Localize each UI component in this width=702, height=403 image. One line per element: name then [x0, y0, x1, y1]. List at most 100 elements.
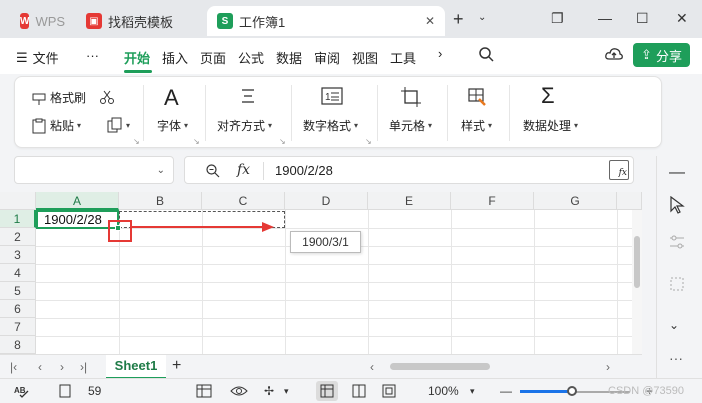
dialog-launcher-icon[interactable]: ↘ — [365, 137, 372, 146]
zoom-level[interactable]: 100% — [428, 384, 459, 398]
horizontal-scroll-thumb[interactable] — [390, 363, 490, 370]
row-header-7[interactable]: 7 — [0, 318, 36, 336]
restore-window-icon[interactable]: ❐ — [551, 10, 564, 27]
fill-handle[interactable] — [115, 225, 121, 231]
next-sheet-icon[interactable]: › — [60, 360, 64, 374]
filter-settings-icon[interactable] — [669, 234, 685, 253]
spreadsheet-grid[interactable]: A B C D E F G 1 2 3 4 5 6 7 8 1900/2/28 … — [0, 192, 642, 354]
column-header-e[interactable]: E — [368, 192, 451, 210]
menu-review[interactable]: 审阅 — [314, 48, 340, 67]
row-header-5[interactable]: 5 — [0, 282, 36, 300]
dialog-launcher-icon[interactable]: ↘ — [279, 137, 286, 146]
style-icon[interactable] — [467, 87, 487, 110]
vertical-scroll-thumb[interactable] — [634, 236, 640, 288]
chevron-down-icon[interactable]: ▾ — [284, 386, 289, 397]
cut-icon[interactable] — [99, 89, 115, 105]
formula-bar[interactable]: fx 1900/2/28 fx — [184, 156, 634, 184]
more-menu[interactable]: ··· — [86, 48, 99, 63]
column-header-b[interactable]: B — [119, 192, 202, 210]
select-pointer-icon[interactable] — [669, 195, 685, 217]
column-header-d[interactable]: D — [285, 192, 368, 210]
format-painter-button[interactable]: 格式刷 — [31, 89, 86, 106]
align-button[interactable]: 对齐方式 ▾ — [217, 117, 272, 134]
page-break-view-button[interactable] — [378, 381, 400, 401]
row-header-4[interactable]: 4 — [0, 264, 36, 282]
copy-button[interactable]: ▾ — [107, 117, 130, 133]
scroll-right-icon[interactable]: › — [606, 360, 610, 374]
column-header-g[interactable]: G — [534, 192, 617, 210]
row-header-6[interactable]: 6 — [0, 300, 36, 318]
chevron-down-icon[interactable]: ⌄ — [157, 165, 165, 176]
column-header-h[interactable] — [617, 192, 642, 210]
menu-view[interactable]: 视图 — [352, 48, 378, 67]
style-button[interactable]: 样式 ▾ — [461, 117, 492, 134]
font-button[interactable]: 字体 ▾ — [157, 117, 188, 134]
tab-workbook[interactable]: S 工作簿1 ✕ — [207, 6, 445, 36]
share-button[interactable]: ⇪ 分享 — [633, 43, 690, 67]
data-process-button[interactable]: 数据处理 ▾ — [523, 117, 578, 134]
cloud-upload-icon[interactable] — [605, 46, 623, 65]
paste-button[interactable]: 粘贴 ▾ — [31, 117, 81, 134]
chevron-down-icon[interactable]: ⌄ — [669, 318, 679, 332]
zoom-slider-knob[interactable] — [567, 386, 577, 396]
focus-mode-icon[interactable]: ✢ — [264, 384, 274, 398]
sigma-icon[interactable]: Σ — [541, 83, 555, 109]
maximize-icon[interactable]: ☐ — [636, 10, 649, 27]
formula-content[interactable]: 1900/2/28 — [275, 163, 333, 178]
close-icon[interactable]: ✕ — [425, 14, 435, 28]
row-header-3[interactable]: 3 — [0, 246, 36, 264]
chevron-down-icon[interactable]: ▾ — [470, 386, 475, 397]
column-header-c[interactable]: C — [202, 192, 285, 210]
collapse-icon[interactable]: — — [669, 164, 685, 182]
select-all-corner[interactable] — [0, 192, 36, 210]
shape-icon[interactable] — [669, 276, 685, 295]
chevron-right-icon[interactable]: › — [438, 46, 442, 61]
zoom-out-icon[interactable]: — — [500, 384, 512, 398]
file-menu[interactable]: ☰ 文件 — [16, 48, 59, 67]
window-close-icon[interactable]: ✕ — [676, 10, 688, 27]
tab-templates[interactable]: ▣ 找稻壳模板 — [76, 6, 201, 36]
menu-home[interactable]: 开始 — [124, 48, 150, 67]
align-icon[interactable] — [239, 87, 257, 108]
fx-icon[interactable]: fx — [237, 162, 250, 178]
cell-button[interactable]: 单元格 ▾ — [389, 117, 432, 134]
cell-a1[interactable]: 1900/2/28 — [36, 210, 119, 229]
search-icon[interactable] — [478, 46, 494, 65]
menu-page[interactable]: 页面 — [200, 48, 226, 67]
menu-insert[interactable]: 插入 — [162, 48, 188, 67]
menu-tools[interactable]: 工具 — [390, 48, 416, 67]
row-header-1[interactable]: 1 — [0, 210, 36, 228]
column-header-f[interactable]: F — [451, 192, 534, 210]
prev-sheet-icon[interactable]: ‹ — [38, 360, 42, 374]
dialog-launcher-icon[interactable]: ↘ — [133, 137, 140, 146]
minimize-icon[interactable]: — — [598, 10, 612, 26]
sheet-tab-sheet1[interactable]: Sheet1 — [106, 355, 166, 379]
number-format-button[interactable]: 数字格式 ▾ — [303, 117, 358, 134]
new-tab-icon[interactable]: + — [453, 9, 464, 30]
zoom-search-icon[interactable] — [205, 163, 220, 181]
status-bar: AB 59 ✢ ▾ 100% ▾ — + CSDN @73590 — [0, 378, 702, 403]
insert-function-icon[interactable]: fx — [609, 160, 629, 180]
name-box[interactable]: ⌄ — [14, 156, 174, 184]
column-header-a[interactable]: A — [36, 192, 119, 210]
more-options-icon[interactable]: ··· — [669, 350, 683, 366]
row-header-2[interactable]: 2 — [0, 228, 36, 246]
first-sheet-icon[interactable]: |‹ — [10, 360, 17, 374]
row-header-8[interactable]: 8 — [0, 336, 36, 354]
chevron-down-icon[interactable]: ⌄ — [478, 12, 486, 23]
eye-protection-icon[interactable] — [230, 384, 248, 401]
menu-formula[interactable]: 公式 — [238, 48, 264, 67]
scroll-left-icon[interactable]: ‹ — [370, 360, 374, 374]
number-format-icon[interactable]: 1 — [321, 87, 343, 108]
spellcheck-icon[interactable]: AB — [14, 384, 30, 401]
cell-icon[interactable] — [401, 87, 421, 110]
menu-data[interactable]: 数据 — [276, 48, 302, 67]
page-layout-view-button[interactable] — [348, 381, 370, 401]
normal-view-button[interactable] — [316, 381, 338, 401]
table-view-icon[interactable] — [196, 384, 212, 401]
tab-wps-home[interactable]: W WPS — [10, 6, 65, 36]
dialog-launcher-icon[interactable]: ↘ — [193, 137, 200, 146]
last-sheet-icon[interactable]: ›| — [80, 360, 87, 374]
font-icon[interactable]: A — [164, 85, 179, 111]
add-sheet-button[interactable]: + — [172, 357, 181, 375]
